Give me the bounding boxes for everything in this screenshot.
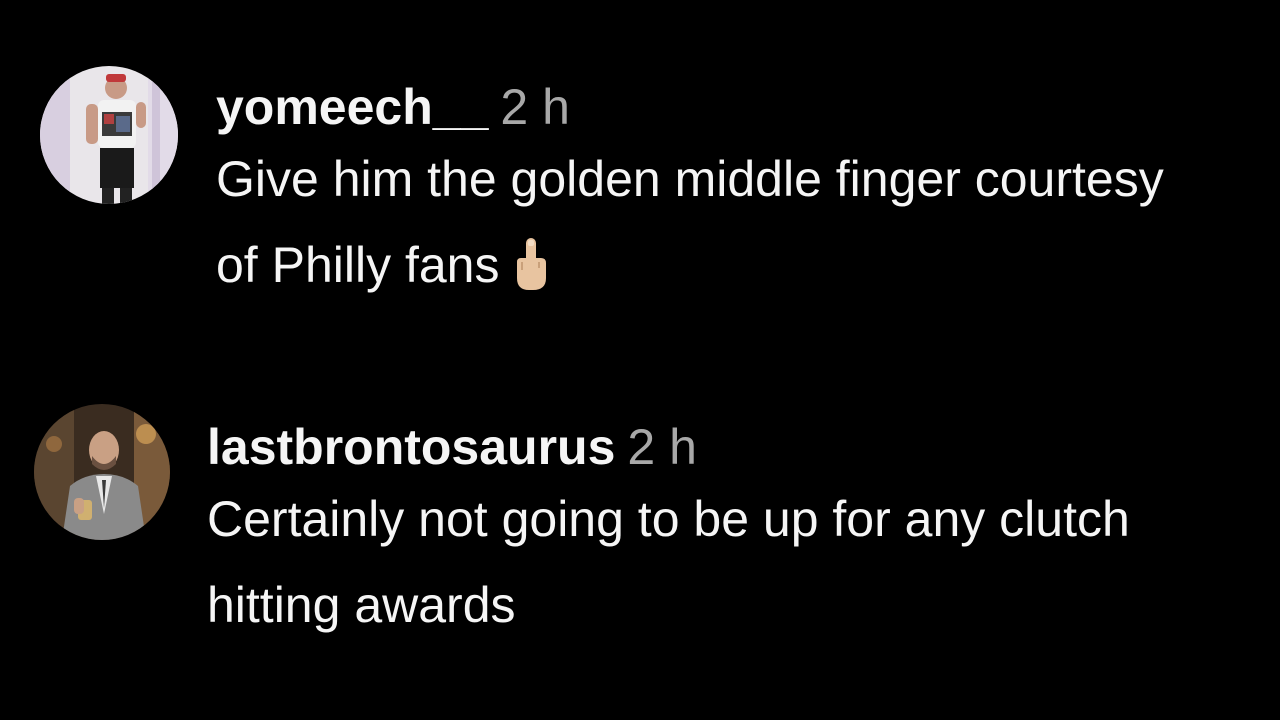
comment-body: yomeech__ 2 h Give him the golden middle … [216, 78, 1240, 308]
user-avatar-suit-icon [34, 404, 170, 540]
comment-text-content: Give him the golden middle finger courte… [216, 151, 1164, 293]
username-link[interactable]: lastbrontosaurus [207, 419, 615, 475]
avatar[interactable] [34, 404, 170, 540]
user-avatar-standing-icon [40, 66, 178, 204]
username-link[interactable]: yomeech__ [216, 79, 488, 135]
comment-header: lastbrontosaurus 2 h [207, 418, 1240, 476]
middle-finger-icon [509, 234, 553, 292]
comment-text-content: Certainly not going to be up for any clu… [207, 491, 1130, 633]
avatar[interactable] [40, 66, 178, 204]
comment-text: Give him the golden middle finger courte… [216, 136, 1216, 308]
comment-header: yomeech__ 2 h [216, 78, 1240, 136]
timestamp[interactable]: 2 h [627, 419, 697, 475]
timestamp[interactable]: 2 h [500, 79, 570, 135]
comment-text: Certainly not going to be up for any clu… [207, 476, 1207, 648]
comment-body: lastbrontosaurus 2 h Certainly not going … [207, 418, 1240, 648]
